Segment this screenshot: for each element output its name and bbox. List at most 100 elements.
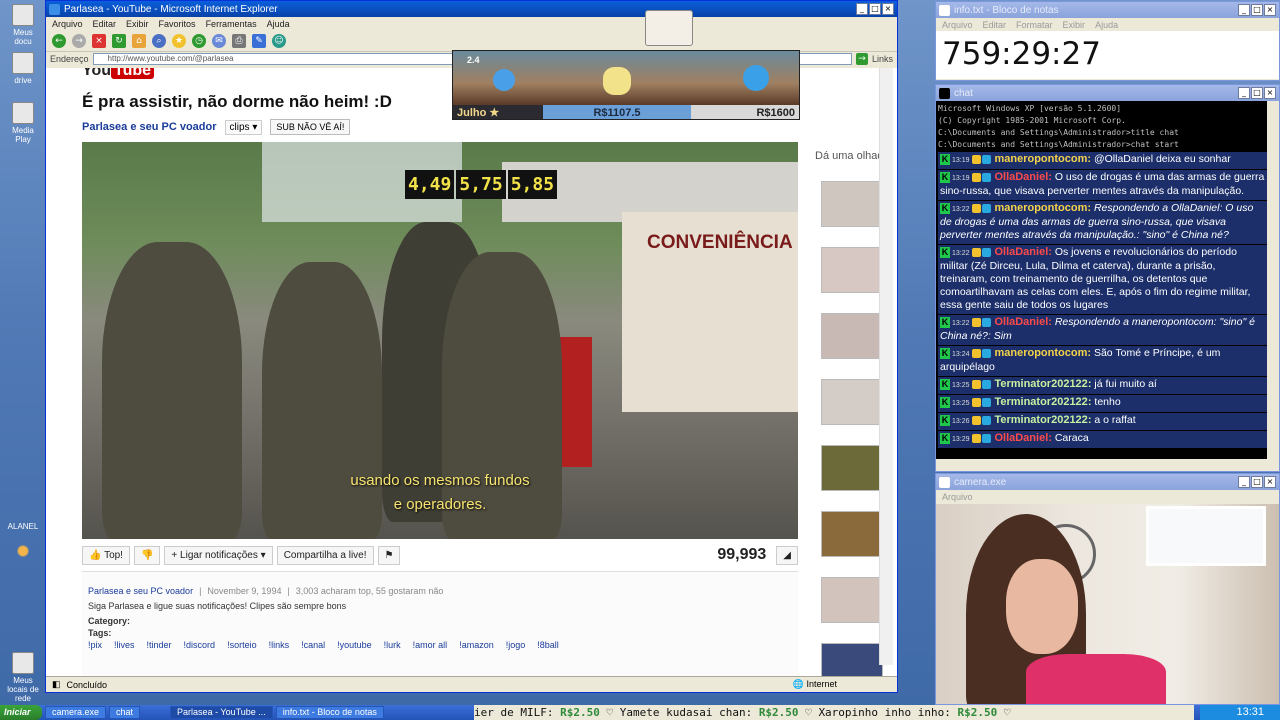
tag-link[interactable]: !youtube: [337, 640, 372, 650]
message-username[interactable]: maneropontocom: [994, 153, 1087, 165]
ie-titlebar[interactable]: Parlasea - YouTube - Microsoft Internet …: [46, 1, 897, 17]
page-scrollbar[interactable]: [879, 68, 893, 665]
sidebar-thumbnail[interactable]: [821, 643, 883, 677]
menu-editar[interactable]: Editar: [93, 19, 117, 29]
refresh-icon[interactable]: ↻: [112, 33, 126, 48]
menu-arquivo[interactable]: Arquivo: [942, 492, 973, 502]
favorites-icon[interactable]: ★: [172, 33, 186, 48]
stop-icon[interactable]: ×: [92, 33, 106, 48]
message-username[interactable]: Terminator202122: [994, 378, 1087, 390]
notifications-button[interactable]: + Ligar notificações ▾: [164, 545, 273, 565]
tag-link[interactable]: !8ball: [537, 640, 559, 650]
tag-link[interactable]: !discord: [184, 640, 216, 650]
menu-arquivo[interactable]: Arquivo: [942, 20, 973, 30]
tag-link[interactable]: !sorteio: [227, 640, 257, 650]
menu-formatar[interactable]: Formatar: [1016, 20, 1053, 30]
links-label[interactable]: Links: [872, 54, 893, 64]
desktop-icon-alanel[interactable]: ALANEL: [4, 522, 42, 559]
messenger-icon[interactable]: ☺: [272, 33, 286, 48]
tag-link[interactable]: !tinder: [147, 640, 172, 650]
maximize-button[interactable]: □: [1251, 87, 1263, 99]
share-button[interactable]: Compartilha a live!: [276, 545, 374, 565]
desktop-icon-media-player[interactable]: Media Play: [4, 102, 42, 144]
taskbar-item-notepad[interactable]: info.txt - Bloco de notas: [275, 706, 384, 719]
home-icon[interactable]: ⌂: [132, 33, 146, 48]
tag-link[interactable]: !pix: [88, 640, 102, 650]
sidebar-thumbnail[interactable]: [821, 445, 883, 491]
sidebar-thumbnail[interactable]: [821, 577, 883, 623]
print-icon[interactable]: ⎙: [232, 33, 246, 48]
taskbar-item-chat[interactable]: chat: [109, 706, 141, 719]
tag-link[interactable]: !amor all: [413, 640, 448, 650]
maximize-button[interactable]: □: [1251, 4, 1263, 16]
maximize-button[interactable]: □: [869, 3, 881, 15]
desktop-icon-network[interactable]: Meus locais de rede: [4, 652, 42, 703]
taskbar-item-youtube[interactable]: Parlasea - YouTube ...: [170, 706, 273, 719]
search-icon[interactable]: ⌕: [152, 33, 166, 48]
tag-link[interactable]: !jogo: [506, 640, 526, 650]
minimize-button[interactable]: _: [1238, 87, 1250, 99]
menu-editar[interactable]: Editar: [983, 20, 1007, 30]
menu-ajuda[interactable]: Ajuda: [267, 19, 290, 29]
taskbar-item-camera[interactable]: camera.exe: [45, 706, 107, 719]
camera-titlebar[interactable]: camera.exe _ □ ×: [936, 474, 1279, 490]
message-username[interactable]: OllaDaniel: [994, 316, 1048, 328]
channel-link[interactable]: Parlasea e seu PC voador: [82, 121, 217, 133]
stats-icon[interactable]: ◢: [776, 545, 798, 565]
chat-hscrollbar[interactable]: [936, 459, 1269, 471]
message-username[interactable]: OllaDaniel: [994, 246, 1048, 258]
close-button[interactable]: ×: [1264, 87, 1276, 99]
like-button[interactable]: 👍 Top!: [82, 545, 130, 565]
tag-link[interactable]: !lurk: [384, 640, 401, 650]
subscribe-button[interactable]: SUB NÃO VÊ AÍ!: [270, 119, 351, 135]
menu-ajuda[interactable]: Ajuda: [1095, 20, 1118, 30]
tray-clock[interactable]: 13:31: [1236, 706, 1264, 718]
chat-console[interactable]: Microsoft Windows XP [versão 5.1.2600] (…: [936, 101, 1269, 461]
video-player[interactable]: CONVENIÊNCIA 4,49 5,75 5,85 usando os me…: [82, 142, 798, 539]
close-button[interactable]: ×: [882, 3, 894, 15]
clips-dropdown[interactable]: clips ▾: [224, 119, 263, 135]
forward-icon[interactable]: →: [72, 33, 86, 48]
youtube-logo[interactable]: You Tube: [82, 68, 155, 80]
sidebar-thumbnail[interactable]: [821, 247, 883, 293]
dislike-button[interactable]: 👎: [133, 545, 161, 565]
go-icon[interactable]: →: [855, 53, 868, 65]
start-button[interactable]: Iniciar: [0, 705, 42, 720]
maximize-button[interactable]: □: [1251, 476, 1263, 488]
tag-link[interactable]: !amazon: [459, 640, 494, 650]
message-username[interactable]: OllaDaniel: [994, 171, 1048, 183]
close-button[interactable]: ×: [1264, 476, 1276, 488]
sidebar-thumbnail[interactable]: [821, 313, 883, 359]
tag-link[interactable]: !lives: [114, 640, 135, 650]
close-button[interactable]: ×: [1264, 4, 1276, 16]
minimize-button[interactable]: _: [1238, 4, 1250, 16]
menu-ferramentas[interactable]: Ferramentas: [206, 19, 257, 29]
stream-timer[interactable]: 759:29:27: [936, 31, 1279, 79]
tag-link[interactable]: !links: [269, 640, 290, 650]
menu-favoritos[interactable]: Favoritos: [159, 19, 196, 29]
menu-arquivo[interactable]: Arquivo: [52, 19, 83, 29]
tag-link[interactable]: !canal: [301, 640, 325, 650]
sidebar-thumbnail[interactable]: [821, 379, 883, 425]
flag-icon[interactable]: ⚑: [377, 545, 401, 565]
mail-icon[interactable]: ✉: [212, 33, 226, 48]
menu-exibir[interactable]: Exibir: [126, 19, 149, 29]
message-username[interactable]: maneropontocom: [994, 202, 1087, 214]
chat-scrollbar[interactable]: [1267, 101, 1279, 471]
desktop-icon-drive[interactable]: drive: [4, 52, 42, 85]
minimize-button[interactable]: _: [1238, 476, 1250, 488]
desktop-icon-my-documents[interactable]: Meus docu: [4, 4, 42, 46]
minimize-button[interactable]: _: [856, 3, 868, 15]
sidebar-thumbnail[interactable]: [821, 181, 883, 227]
description-channel[interactable]: Parlasea e seu PC voador: [88, 586, 193, 596]
chat-titlebar[interactable]: chat _ □ ×: [936, 85, 1279, 101]
edit-icon[interactable]: ✎: [252, 33, 266, 48]
back-icon[interactable]: ←: [52, 33, 66, 48]
menu-exibir[interactable]: Exibir: [1063, 20, 1086, 30]
message-username[interactable]: Terminator202122: [994, 414, 1087, 426]
message-username[interactable]: OllaDaniel: [994, 432, 1048, 444]
notepad-titlebar[interactable]: info.txt - Bloco de notas _ □ ×: [936, 2, 1279, 18]
message-username[interactable]: Terminator202122: [994, 396, 1087, 408]
sidebar-thumbnail[interactable]: [821, 511, 883, 557]
message-username[interactable]: maneropontocom: [994, 347, 1087, 359]
